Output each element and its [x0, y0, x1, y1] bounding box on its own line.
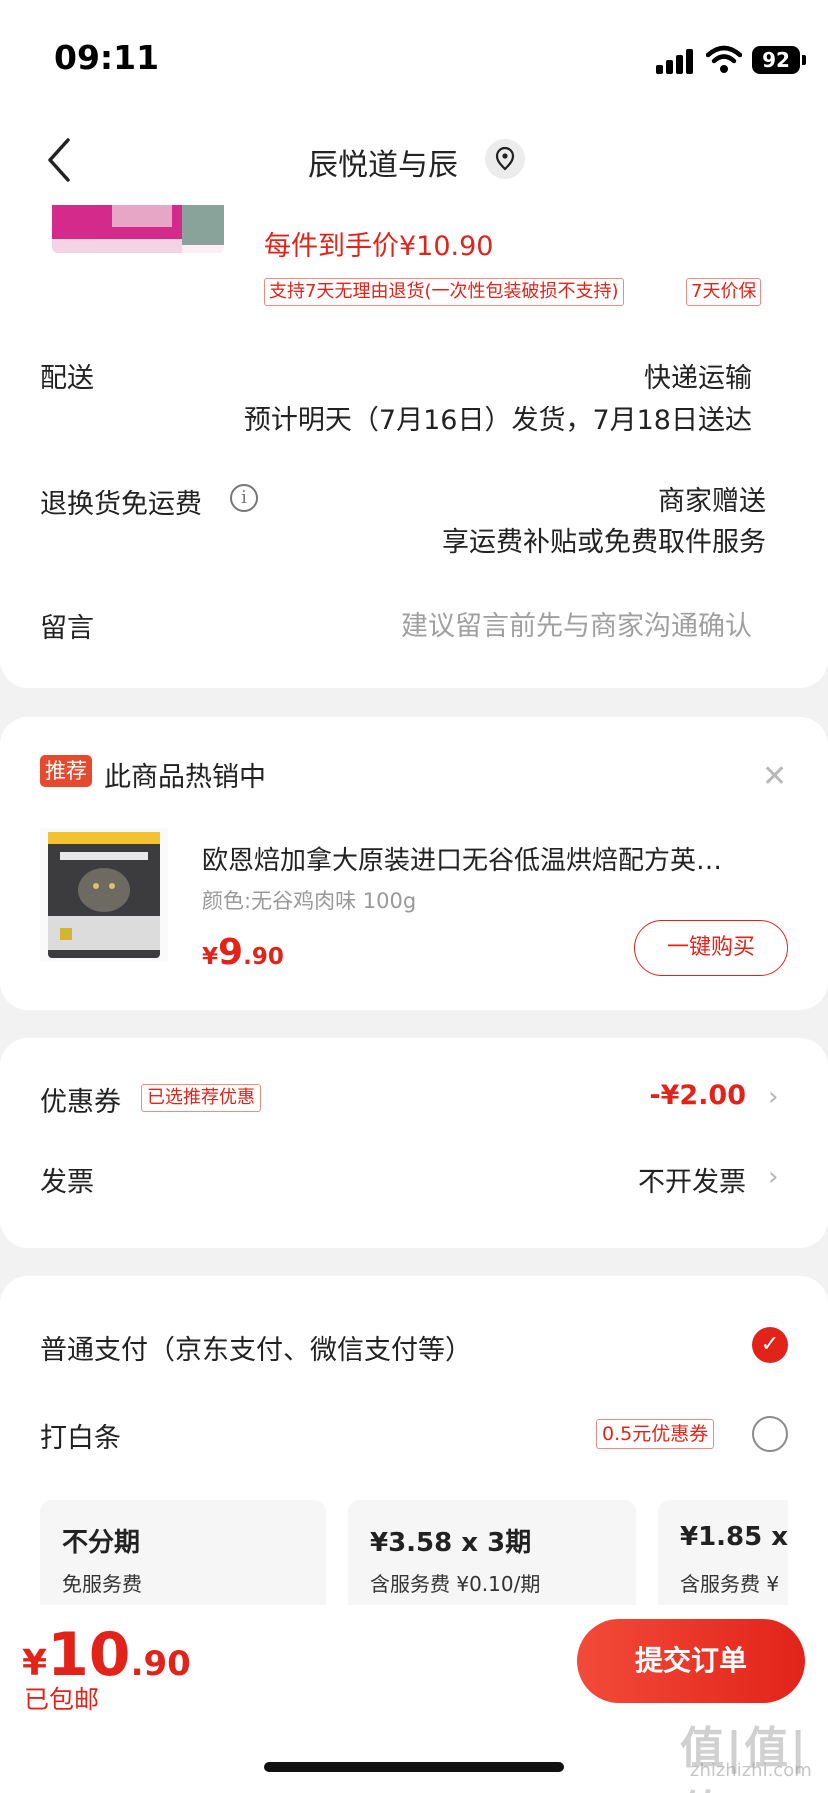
- installment-title: ¥3.58 x 3期: [370, 1528, 532, 1558]
- battery-icon: 92: [752, 46, 800, 74]
- price-currency: ¥: [202, 944, 219, 970]
- installment-title: ¥1.85 x: [680, 1522, 788, 1552]
- product-image: [52, 205, 224, 253]
- status-time: 09:11: [54, 38, 160, 77]
- coupon-label: 优惠券: [40, 1087, 121, 1118]
- price-protect-tag: 7天价保: [686, 278, 762, 306]
- invoice-value[interactable]: 不开发票: [638, 1160, 746, 1199]
- coupon-value[interactable]: -¥2.00: [649, 1080, 746, 1111]
- close-icon[interactable]: ✕: [762, 762, 787, 792]
- message-input[interactable]: 建议留言前先与商家沟通确认: [401, 604, 752, 643]
- shop-title[interactable]: 辰悦道与辰: [0, 140, 766, 184]
- recommend-product-price: ¥9.90: [202, 932, 284, 973]
- recommend-product-spec: 颜色:无谷鸡肉味 100g: [202, 889, 417, 913]
- unit-price: 每件到手价¥10.90: [264, 231, 494, 262]
- recommend-badge: 推荐: [40, 755, 92, 787]
- installment-fee: 含服务费 ¥0.10/期: [370, 1572, 541, 1596]
- shop-location-icon[interactable]: [485, 139, 525, 179]
- installment-fee: 免服务费: [62, 1572, 142, 1596]
- battery-tip: [802, 55, 806, 65]
- recommend-title: 此商品热销中: [104, 762, 266, 793]
- installment-fee: 含服务费 ¥: [680, 1572, 780, 1596]
- return-shipping-desc: 享运费补贴或免费取件服务: [442, 527, 766, 558]
- delivery-method[interactable]: 快递运输: [644, 356, 752, 395]
- one-click-buy-button[interactable]: 一键购买: [634, 920, 788, 976]
- radio-unselected-icon[interactable]: [752, 1416, 788, 1452]
- wifi-icon: [706, 45, 742, 73]
- recommend-product-image[interactable]: [40, 828, 168, 962]
- home-indicator: [264, 1762, 564, 1772]
- cellular-signal-icon: [656, 48, 696, 74]
- info-icon[interactable]: i: [230, 484, 258, 512]
- recommend-product-name[interactable]: 欧恩焙加拿大原装进口无谷低温烘焙配方英…: [202, 840, 792, 877]
- baitiao-label[interactable]: 打白条: [40, 1416, 121, 1455]
- return-policy-tag: 支持7天无理由退货(一次性包装破损不支持): [264, 278, 624, 306]
- total-currency: ¥: [22, 1643, 48, 1684]
- baitiao-coupon-tag: 0.5元优惠券: [596, 1419, 715, 1449]
- coupon-invoice-card: [0, 1038, 828, 1248]
- message-label: 留言: [40, 613, 94, 644]
- chevron-right-icon[interactable]: ›: [768, 1082, 778, 1112]
- price-integer: 9: [218, 932, 244, 973]
- price-decimal: .90: [243, 944, 284, 970]
- return-shipping-label: 退换货免运费: [40, 489, 202, 520]
- invoice-label: 发票: [40, 1167, 94, 1198]
- submit-order-button[interactable]: 提交订单: [577, 1619, 805, 1703]
- coupon-selected-tag: 已选推荐优惠: [141, 1084, 261, 1112]
- installment-title: 不分期: [62, 1528, 141, 1558]
- total-decimal: .90: [130, 1644, 191, 1684]
- delivery-schedule[interactable]: 预计明天（7月16日）发货，7月18日送达: [244, 398, 752, 437]
- free-shipping-label: 已包邮: [24, 1685, 100, 1714]
- checkmark-selected-icon[interactable]: ✓: [752, 1327, 788, 1363]
- normal-payment-label[interactable]: 普通支付（京东支付、微信支付等）: [40, 1328, 472, 1367]
- watermark-url: zhizhizhi.com: [690, 1760, 812, 1781]
- chevron-right-icon[interactable]: ›: [768, 1162, 778, 1192]
- return-shipping-value: 商家赠送: [658, 486, 766, 517]
- delivery-label: 配送: [40, 363, 94, 394]
